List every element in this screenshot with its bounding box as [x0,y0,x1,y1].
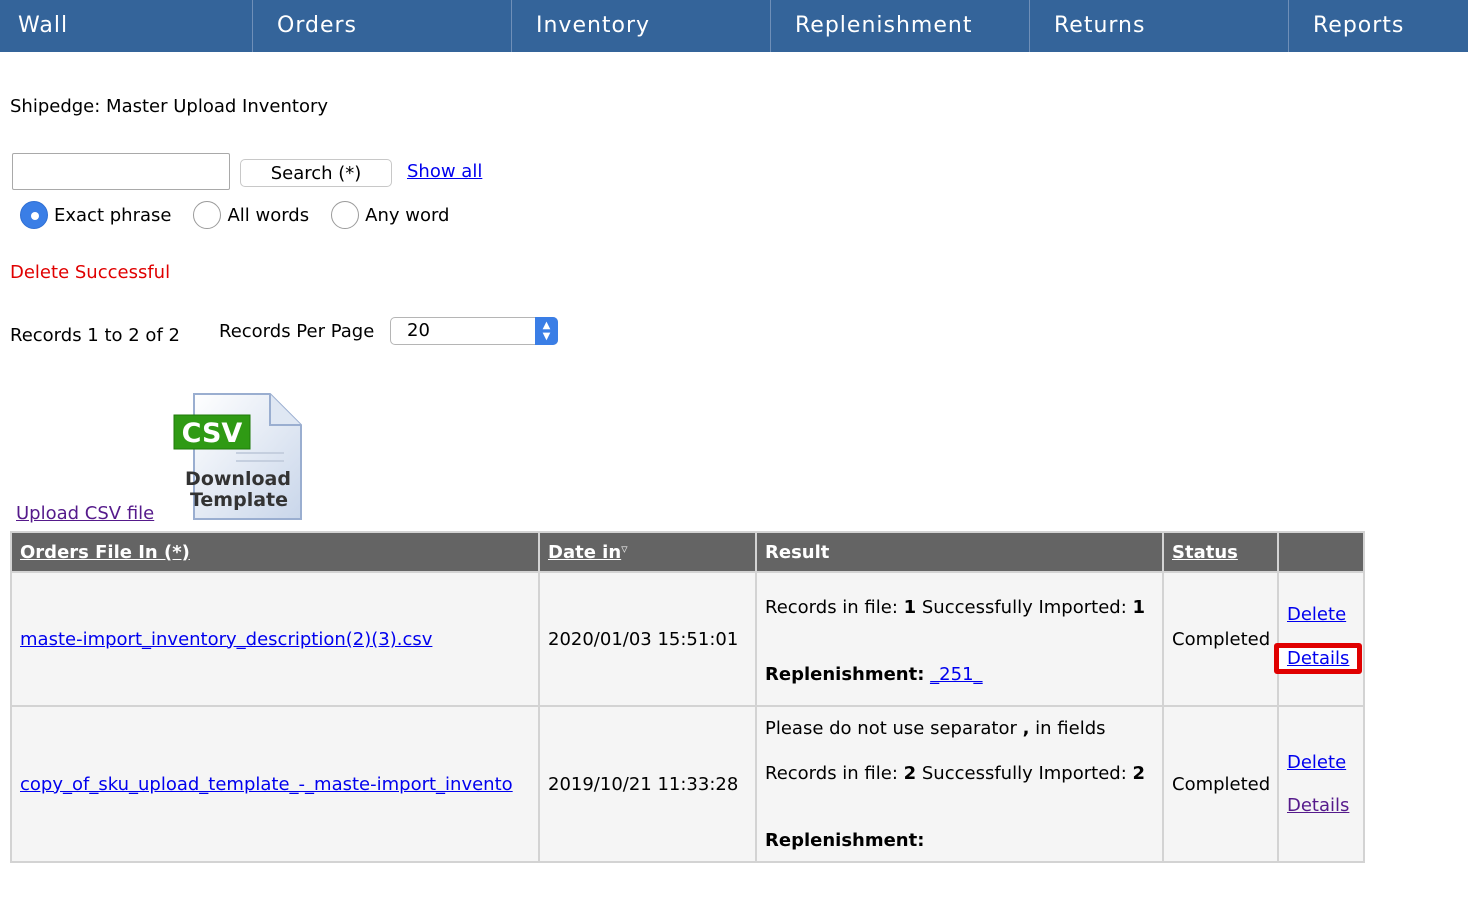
replenishment-link[interactable]: _251_ [930,664,982,685]
radio-any-word[interactable] [331,201,360,229]
result-records-line: Records in file: 1 Successfully Imported… [765,597,1146,618]
records-per-page-value: 20 [407,320,430,341]
result-cell: Records in file: 1 Successfully Imported… [755,571,1164,707]
table-row: maste-import_inventory_description(2)(3)… [10,571,1366,707]
date-cell: 2020/01/03 15:51:01 [538,571,757,707]
records-per-page-label: Records Per Page [219,321,375,342]
delete-link[interactable]: Delete [1287,604,1346,625]
csv-icon-line1: Download [185,468,291,490]
page-title: Shipedge: Master Upload Inventory [10,96,329,117]
delete-link[interactable]: Delete [1287,752,1346,773]
details-link[interactable]: Details [1287,795,1349,816]
show-all-link[interactable]: Show all [407,161,482,182]
actions-cell: Delete Details [1274,571,1366,707]
col-header-actions [1276,531,1366,573]
csv-icon-line2: Template [190,489,288,511]
nav-wall[interactable]: Wall [0,0,253,52]
radio-any-word-label: Any word [365,204,450,226]
nav-reports[interactable]: Reports [1289,0,1468,52]
actions-cell: Delete Details [1276,705,1366,863]
radio-exact-phrase-label: Exact phrase [54,204,172,226]
status-message: Delete Successful [10,262,171,283]
sort-file-link[interactable]: Orders File In (*) [20,542,190,563]
col-header-result: Result [755,531,1164,573]
file-cell: maste-import_inventory_description(2)(3)… [10,571,540,707]
table-row: copy_of_sku_upload_template_-_maste-impo… [10,705,1366,863]
status-cell: Completed [1162,571,1279,707]
status-cell: Completed [1162,705,1279,863]
top-nav: Wall Orders Inventory Replenishment Retu… [0,0,1468,52]
sort-status-link[interactable]: Status [1172,542,1238,563]
sort-desc-icon: ▿ [621,541,628,557]
select-arrows-icon: ▲ ▼ [535,317,558,345]
search-input[interactable] [12,153,230,190]
upload-csv-link[interactable]: Upload CSV file [16,503,154,524]
col-header-date[interactable]: Date in▿ [538,531,757,573]
nav-replenishment[interactable]: Replenishment [771,0,1030,52]
csv-badge-text: CSV [182,418,243,449]
date-cell: 2019/10/21 11:33:28 [538,705,757,863]
file-cell: copy_of_sku_upload_template_-_maste-impo… [10,705,540,863]
result-replenishment-line: Replenishment: [765,829,925,851]
result-cell: Please do not use separator , in fields … [755,705,1164,863]
table-header-row: Orders File In (*) Date in▿ Result Statu… [10,531,1366,573]
col-header-status[interactable]: Status [1162,531,1279,573]
nav-returns[interactable]: Returns [1030,0,1289,52]
search-mode-options: Exact phrase All words Any word [20,200,471,230]
col-header-file[interactable]: Orders File In (*) [10,531,540,573]
file-link[interactable]: maste-import_inventory_description(2)(3)… [20,629,432,650]
csv-download-template-icon[interactable]: CSV Download Template [172,393,304,521]
radio-all-words-label: All words [227,204,310,226]
nav-orders[interactable]: Orders [253,0,512,52]
radio-exact-phrase[interactable] [20,201,48,229]
result-replenishment-line: Replenishment: _251_ [765,664,983,685]
uploads-table: Orders File In (*) Date in▿ Result Statu… [10,531,1366,863]
sort-date-link[interactable]: Date in [548,542,621,563]
result-records-line: Records in file: 2 Successfully Imported… [765,762,1146,784]
file-link[interactable]: copy_of_sku_upload_template_-_maste-impo… [20,774,513,795]
records-summary: Records 1 to 2 of 2 [10,325,180,346]
search-button[interactable]: Search (*) [240,159,392,187]
details-link[interactable]: Details [1287,648,1349,669]
nav-inventory[interactable]: Inventory [512,0,771,52]
result-warning-line: Please do not use separator , in fields [765,717,1106,739]
radio-all-words[interactable] [193,201,222,229]
records-per-page-select[interactable]: 20 ▲ ▼ [390,317,558,345]
details-highlight: Details [1274,643,1363,674]
